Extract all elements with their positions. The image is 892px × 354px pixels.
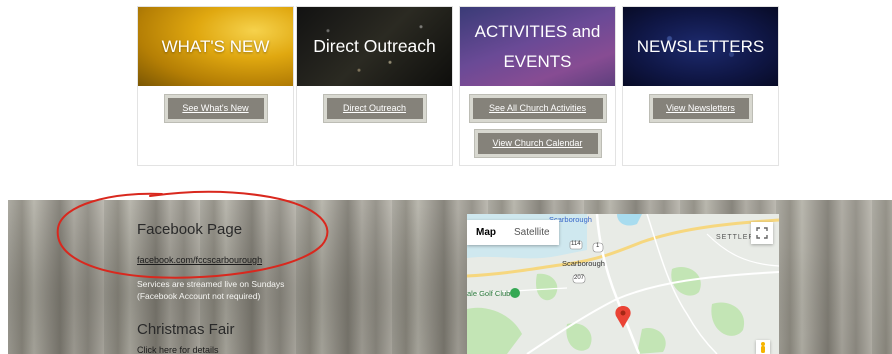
map-type-control: Map Satellite	[467, 220, 559, 245]
tile-direct-outreach: Direct Outreach Direct Outreach	[296, 6, 453, 166]
map-type-map-button[interactable]: Map	[467, 220, 505, 245]
direct-outreach-banner[interactable]: Direct Outreach	[297, 7, 452, 86]
route-114-label: 114	[571, 241, 581, 247]
see-whats-new-button[interactable]: See What's New	[164, 95, 267, 122]
tile-whats-new: WHAT'S NEW See What's New	[137, 6, 294, 166]
whats-new-banner-text: WHAT'S NEW	[161, 36, 270, 56]
direct-outreach-banner-text: Direct Outreach	[313, 36, 436, 56]
route-1-label: 1	[596, 243, 600, 249]
view-church-calendar-button[interactable]: View Church Calendar	[474, 130, 601, 157]
christmas-fair-heading: Christmas Fair	[137, 321, 235, 338]
stream-note-line2: (Facebook Account not required)	[137, 291, 261, 301]
tile-activities-events: ACTIVITIES and EVENTS See All Church Act…	[459, 6, 616, 166]
pegman-icon	[761, 342, 765, 353]
newsletters-banner-text: NEWSLETTERS	[636, 36, 765, 56]
direct-outreach-button[interactable]: Direct Outreach	[323, 95, 426, 122]
activities-banner-line2: EVENTS	[503, 51, 572, 71]
christmas-fair-link[interactable]: Click here for details	[137, 345, 219, 354]
route-207-label: 207	[574, 275, 585, 281]
fullscreen-icon	[756, 227, 768, 239]
whats-new-banner[interactable]: WHAT'S NEW	[138, 7, 293, 86]
map-label-scarborough: Scarborough	[562, 259, 605, 268]
tile-newsletters: NEWSLETTERS View Newsletters	[622, 6, 779, 166]
activities-banner-line1: ACTIVITIES and	[474, 21, 601, 41]
newsletters-banner[interactable]: NEWSLETTERS	[623, 7, 778, 86]
fullscreen-button[interactable]	[751, 222, 773, 244]
google-map[interactable]: 114 1 207 Scarborough Scarborough SETTLE…	[467, 214, 779, 354]
view-newsletters-button[interactable]: View Newsletters	[649, 95, 752, 122]
pegman-button[interactable]	[756, 340, 770, 354]
map-label-golf-club: ale Golf Club	[467, 289, 511, 298]
stream-note-line1: Services are streamed live on Sundays	[137, 279, 285, 289]
facebook-heading: Facebook Page	[137, 221, 243, 238]
activities-banner-text: ACTIVITIES and EVENTS	[475, 17, 601, 77]
map-type-satellite-button[interactable]: Satellite	[505, 220, 559, 245]
activities-banner[interactable]: ACTIVITIES and EVENTS	[460, 7, 615, 86]
facebook-link[interactable]: facebook.com/fccscarbourough	[137, 255, 262, 265]
golf-marker-icon[interactable]	[510, 288, 520, 298]
see-all-church-activities-button[interactable]: See All Church Activities	[469, 95, 606, 122]
